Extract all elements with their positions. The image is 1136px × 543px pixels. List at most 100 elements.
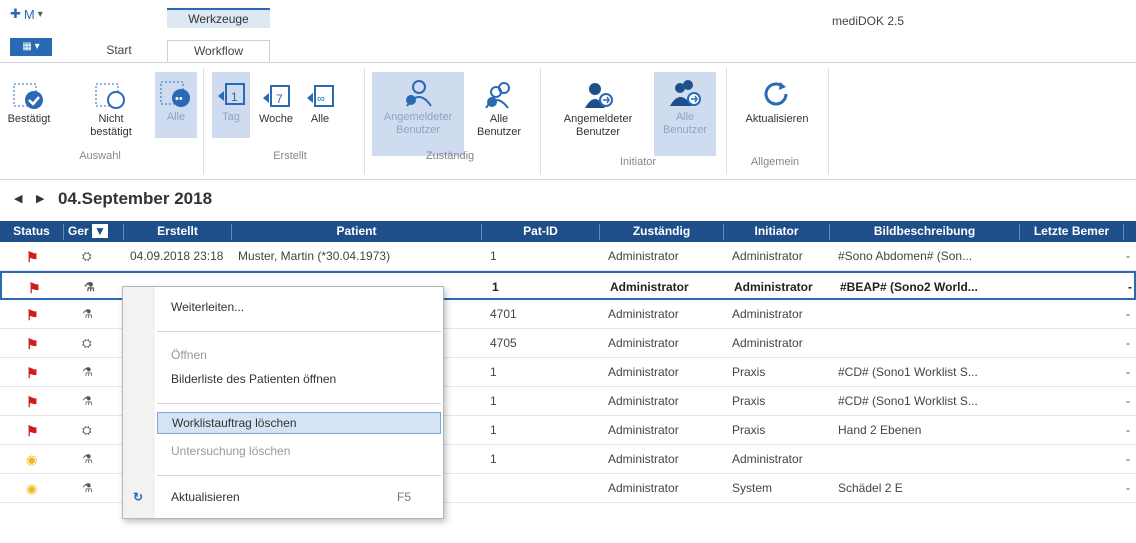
column-header-patient[interactable]: Patient — [232, 224, 482, 240]
created-day-button[interactable]: 1 Tag — [212, 72, 250, 138]
svg-text:∞: ∞ — [317, 93, 325, 105]
cell-pat-id: 1 — [490, 394, 497, 408]
file-menu-button[interactable]: ▦ ▾ — [10, 38, 52, 56]
menu-refresh-icon: ↻ — [133, 490, 144, 504]
user-search-icon — [406, 80, 432, 107]
menu-item-delete-examination[interactable]: Untersuchung löschen — [157, 441, 441, 463]
assigned-all-users-button[interactable]: Alle Benutzer — [470, 74, 528, 158]
red-flag-icon: ⚑ — [28, 280, 41, 296]
cell-image-description: Schädel 2 E — [838, 481, 903, 495]
ribbon-separator — [726, 68, 727, 174]
device-icon: ⚗ — [82, 394, 93, 408]
cell-last-note: - — [1126, 452, 1130, 466]
menu-item-forward[interactable]: Weiterleiten... — [157, 297, 441, 319]
device-icon: ⛭ — [82, 249, 92, 263]
tab-start[interactable]: Start — [98, 40, 140, 62]
cell-last-note: - — [1126, 394, 1130, 408]
ribbon-separator — [203, 68, 204, 174]
cell-assigned: Administrator — [608, 307, 679, 321]
current-date: 04.September 2018 — [58, 189, 213, 208]
ribbon-separator — [364, 68, 365, 174]
cell-initiator: Administrator — [732, 452, 803, 466]
column-header-assigned[interactable]: Zuständig — [600, 224, 724, 240]
eye-icon: ◉ — [26, 452, 38, 467]
refresh-button[interactable]: Aktualisieren — [734, 74, 820, 144]
context-menu: Weiterleiten... Öffnen Bilderliste des P… — [122, 286, 444, 519]
ribbon-separator — [540, 68, 541, 174]
qat-dropdown-icon[interactable]: ▾ — [38, 9, 43, 20]
assigned-logged-in-user-button[interactable]: Angemeldeter Benutzer — [372, 72, 464, 156]
filter-confirmed-button[interactable]: Bestätigt — [6, 74, 52, 148]
users-group-icon — [485, 82, 510, 109]
device-icon: ⚗ — [82, 481, 93, 495]
menu-separator — [157, 475, 441, 476]
table-row[interactable]: ⚑ ⛭ 04.09.2018 23:18 Muster, Martin (*30.04… — [0, 242, 1136, 271]
column-header-created[interactable]: Erstellt — [124, 224, 232, 240]
cell-pat-id: 1 — [490, 249, 497, 263]
cell-initiator: Administrator — [732, 336, 803, 350]
red-flag-icon: ⚑ — [26, 365, 39, 381]
cell-last-note: - — [1126, 307, 1130, 321]
app-title: mediDOK 2.5 — [832, 14, 905, 28]
menu-separator — [157, 331, 441, 332]
column-header-initiator[interactable]: Initiator — [724, 224, 830, 240]
column-header-last-note[interactable]: Letzte Bemer — [1020, 224, 1124, 240]
column-header-image-description[interactable]: Bildbeschreibung — [830, 224, 1020, 240]
red-flag-icon: ⚑ — [26, 249, 39, 265]
cell-last-note: - — [1128, 280, 1132, 294]
svg-text:7: 7 — [276, 92, 283, 106]
all-selection-icon: •• — [160, 81, 190, 107]
cell-assigned: Administrator — [608, 481, 679, 495]
menu-item-refresh[interactable]: ↻ Aktualisieren F5 — [133, 487, 441, 509]
red-flag-icon: ⚑ — [26, 394, 39, 410]
initiator-all-users-button[interactable]: Alle Benutzer — [654, 72, 716, 156]
filter-all-selection-button[interactable]: •• Alle — [155, 72, 197, 138]
cell-pat-id: 1 — [490, 365, 497, 379]
tab-workflow[interactable]: Workflow — [167, 40, 270, 63]
previous-date-icon[interactable]: ◀ — [14, 192, 22, 205]
cell-pat-id: 1 — [490, 452, 497, 466]
cell-image-description: #Sono Abdomen# (Son... — [838, 249, 973, 263]
menu-item-open[interactable]: Öffnen — [157, 345, 441, 367]
cell-assigned: Administrator — [608, 394, 679, 408]
cell-assigned: Administrator — [608, 365, 679, 379]
cell-assigned: Administrator — [608, 336, 679, 350]
app-logo-icon: ✚ — [10, 6, 21, 21]
device-icon: ⚗ — [84, 280, 95, 294]
menu-item-delete-worklist-order[interactable]: Worklistauftrag löschen — [157, 412, 441, 434]
initiator-logged-in-user-button[interactable]: Angemeldeter Benutzer — [552, 74, 644, 158]
red-flag-icon: ⚑ — [26, 336, 39, 352]
created-all-button[interactable]: ∞ Alle — [300, 74, 340, 140]
device-icon: ⛭ — [82, 423, 92, 437]
column-header-device[interactable]: Ger ▼ — [64, 224, 124, 240]
contextual-group-label: Werkzeuge — [167, 8, 270, 28]
menu-refresh-shortcut: F5 — [396, 490, 411, 504]
red-flag-icon: ⚑ — [26, 307, 39, 323]
menu-item-open-patient-image-list[interactable]: Bilderliste des Patienten öffnen — [157, 369, 441, 391]
cell-initiator: Praxis — [732, 365, 766, 379]
column-header-pat-id[interactable]: Pat-ID — [482, 224, 600, 240]
group-label-general: Allgemein — [750, 156, 800, 168]
device-icon: ⚗ — [82, 452, 93, 466]
red-flag-icon: ⚑ — [26, 423, 39, 439]
group-label-created: Erstellt — [273, 150, 307, 162]
cell-last-note: - — [1126, 423, 1130, 437]
svg-text:1: 1 — [231, 90, 238, 104]
cell-pat-id: 1 — [492, 280, 499, 294]
medidok-m-icon[interactable]: M — [24, 7, 35, 22]
cell-patient: Muster, Martin (*30.04.1973) — [238, 249, 391, 263]
cell-last-note: - — [1126, 336, 1130, 350]
next-date-icon[interactable]: ▶ — [36, 192, 44, 205]
cell-initiator: Administrator — [732, 307, 803, 321]
cell-assigned: Administrator — [610, 280, 689, 294]
column-header-status[interactable]: Status — [0, 224, 64, 240]
filter-not-confirmed-button[interactable]: Nicht bestätigt — [86, 74, 136, 148]
filter-icon[interactable]: ▼ — [92, 224, 108, 238]
date-navigation: ◀ ▶ 04.September 2018 — [0, 183, 1136, 217]
cell-initiator: Administrator — [732, 249, 803, 263]
cell-created: 04.09.2018 23:18 — [130, 249, 224, 263]
created-week-button[interactable]: 7 Woche — [256, 74, 296, 140]
context-menu-icon-strip — [123, 287, 155, 518]
confirmed-check-icon — [13, 83, 43, 109]
svg-text:••: •• — [175, 93, 183, 105]
